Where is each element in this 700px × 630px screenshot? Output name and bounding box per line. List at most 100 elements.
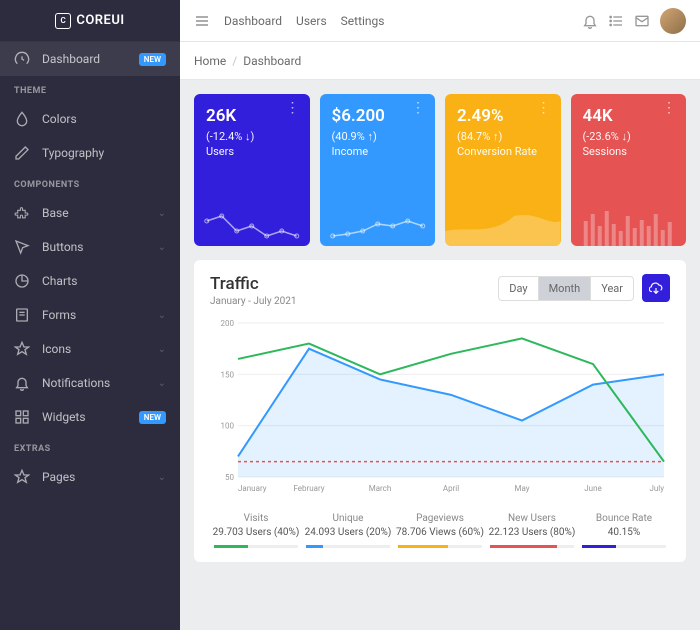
chevron-down-icon: ⌄	[158, 208, 166, 219]
svg-text:200: 200	[221, 319, 235, 328]
menu-icon[interactable]	[194, 13, 210, 29]
stat-label: Pageviews	[394, 513, 486, 524]
sidebar-item-charts[interactable]: Charts	[0, 264, 180, 298]
nav-dashboard[interactable]: Dashboard	[224, 14, 282, 28]
sidebar-item-colors[interactable]: Colors	[0, 102, 180, 136]
stat-item: New Users 22.123 Users (80%)	[486, 513, 578, 548]
sidebar-item-label: Typography	[42, 146, 104, 160]
sidebar-section-theme: THEME	[0, 76, 180, 102]
sidebar-section-extras: EXTRAS	[0, 434, 180, 460]
range-day[interactable]: Day	[499, 277, 538, 300]
card-value: 2.49%	[457, 106, 549, 126]
new-badge: NEW	[139, 53, 166, 66]
card-change: (84.7% ↑)	[457, 130, 549, 143]
svg-text:150: 150	[221, 370, 235, 379]
svg-text:July: July	[649, 484, 664, 493]
card-sparkline	[320, 206, 436, 246]
star-icon	[14, 341, 30, 357]
bell-icon	[14, 375, 30, 391]
sidebar-item-base[interactable]: Base ⌄	[0, 196, 180, 230]
download-button[interactable]	[642, 274, 670, 302]
sidebar-section-components: COMPONENTS	[0, 170, 180, 196]
card-menu-icon[interactable]: ⋮	[411, 106, 425, 111]
card-change: (40.9% ↑)	[332, 130, 424, 143]
sidebar-item-forms[interactable]: Forms ⌄	[0, 298, 180, 332]
speedometer-icon	[14, 51, 30, 67]
stat-item: Bounce Rate 40.15%	[578, 513, 670, 548]
range-segmented: Day Month Year	[498, 276, 634, 301]
sidebar-item-pages[interactable]: Pages ⌄	[0, 460, 180, 494]
sidebar-item-typography[interactable]: Typography	[0, 136, 180, 170]
svg-text:March: March	[369, 484, 392, 493]
drop-icon	[14, 111, 30, 127]
card-menu-icon[interactable]: ⋮	[537, 106, 551, 111]
card-label: Income	[332, 145, 424, 159]
sidebar-item-dashboard[interactable]: Dashboard NEW	[0, 42, 180, 76]
card-menu-icon[interactable]: ⋮	[286, 106, 300, 111]
stat-value: 78.706 Views (60%)	[394, 526, 486, 539]
stat-card: ⋮ 44K (-23.6% ↓) Sessions	[571, 94, 687, 246]
range-month[interactable]: Month	[539, 277, 592, 300]
stat-card: ⋮ $6.200 (40.9% ↑) Income	[320, 94, 436, 246]
stat-value: 22.123 Users (80%)	[486, 526, 578, 539]
stat-cards: ⋮ 26K (-12.4% ↓) Users ⋮ $6.200 (40.9% ↑…	[194, 94, 686, 246]
card-sparkline	[194, 206, 310, 246]
form-icon	[14, 307, 30, 323]
sidebar-item-buttons[interactable]: Buttons ⌄	[0, 230, 180, 264]
sidebar-item-notifications[interactable]: Notifications ⌄	[0, 366, 180, 400]
sidebar-item-icons[interactable]: Icons ⌄	[0, 332, 180, 366]
traffic-chart: 50100150200JanuaryFebruaryMarchAprilMayJ…	[210, 317, 670, 497]
sidebar-item-label: Forms	[42, 308, 76, 322]
stat-bar	[306, 545, 390, 548]
stat-bar	[398, 545, 482, 548]
stat-bar	[490, 545, 574, 548]
chevron-down-icon: ⌄	[158, 310, 166, 321]
bell-icon[interactable]	[582, 13, 598, 29]
chevron-down-icon: ⌄	[158, 472, 166, 483]
breadcrumb: Home / Dashboard	[180, 42, 700, 80]
stat-bar	[582, 545, 666, 548]
stat-bar	[214, 545, 298, 548]
logo-text: COREUI	[76, 13, 124, 28]
list-icon[interactable]	[608, 13, 624, 29]
card-value: 26K	[206, 106, 298, 126]
nav-settings[interactable]: Settings	[341, 14, 385, 28]
range-year[interactable]: Year	[591, 277, 633, 300]
top-nav: Dashboard Users Settings	[224, 14, 384, 28]
card-sparkline	[445, 206, 561, 246]
svg-text:January: January	[238, 484, 267, 493]
card-sparkline	[571, 206, 687, 246]
nav-users[interactable]: Users	[296, 14, 327, 28]
stat-value: 29.703 Users (40%)	[210, 526, 302, 539]
traffic-panel: Traffic January - July 2021 Day Month Ye…	[194, 260, 686, 562]
stat-card: ⋮ 2.49% (84.7% ↑) Conversion Rate	[445, 94, 561, 246]
svg-text:100: 100	[221, 422, 235, 431]
sidebar-item-widgets[interactable]: Widgets NEW	[0, 400, 180, 434]
card-menu-icon[interactable]: ⋮	[662, 106, 676, 111]
svg-text:June: June	[584, 484, 601, 493]
logo-icon: C	[55, 13, 71, 29]
cursor-icon	[14, 239, 30, 255]
sidebar-item-label: Widgets	[42, 410, 86, 424]
sidebar: C COREUI Dashboard NEW THEME Colors Typog…	[0, 0, 180, 630]
stat-item: Unique 24.093 Users (20%)	[302, 513, 394, 548]
breadcrumb-home[interactable]: Home	[194, 54, 226, 68]
stat-value: 24.093 Users (20%)	[302, 526, 394, 539]
card-value: 44K	[583, 106, 675, 126]
pencil-icon	[14, 145, 30, 161]
logo[interactable]: C COREUI	[0, 0, 180, 42]
stat-item: Visits 29.703 Users (40%)	[210, 513, 302, 548]
sidebar-item-label: Colors	[42, 112, 77, 126]
card-label: Users	[206, 145, 298, 159]
star-icon	[14, 469, 30, 485]
panel-title: Traffic	[210, 274, 297, 294]
envelope-icon[interactable]	[634, 13, 650, 29]
svg-text:April: April	[443, 484, 459, 493]
chevron-down-icon: ⌄	[158, 378, 166, 389]
sidebar-item-label: Dashboard	[42, 52, 100, 66]
chevron-down-icon: ⌄	[158, 344, 166, 355]
card-value: $6.200	[332, 106, 424, 126]
avatar[interactable]	[660, 8, 686, 34]
stat-card: ⋮ 26K (-12.4% ↓) Users	[194, 94, 310, 246]
card-label: Sessions	[583, 145, 675, 159]
